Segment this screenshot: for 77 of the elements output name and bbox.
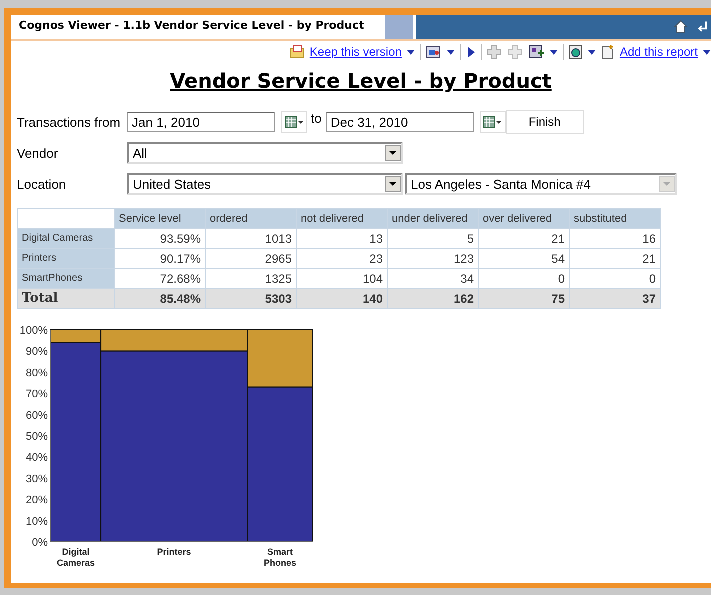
table-cell: 23 — [296, 248, 388, 268]
caret-icon — [496, 120, 502, 124]
caret-icon[interactable] — [446, 50, 455, 54]
axis-label: 80% — [26, 367, 48, 380]
table-cell: 2965 — [206, 248, 296, 268]
calendar-icon — [483, 116, 496, 128]
home-icon[interactable] — [673, 19, 689, 35]
calendar-icon — [284, 116, 296, 128]
table-cell: 54 — [478, 248, 570, 268]
axis-label: 30% — [26, 473, 48, 486]
folder-icon[interactable] — [290, 44, 305, 60]
column-header: under delivered — [388, 208, 478, 228]
axis-label: 0% — [32, 537, 48, 549]
category-label: Digital Cameras — [57, 547, 96, 568]
field-label: Transactions from — [17, 114, 122, 130]
store-dropdown[interactable]: Los Angeles - Santa Monica #4 — [405, 173, 677, 195]
play-icon[interactable] — [466, 44, 476, 60]
table-cell: 13 — [296, 228, 388, 248]
location-dropdown[interactable]: United States — [127, 173, 403, 195]
export-icon[interactable] — [426, 44, 442, 60]
calendar-button[interactable] — [480, 111, 506, 133]
axis-label: 20% — [26, 494, 48, 507]
drill-down-icon — [486, 44, 503, 60]
axis-label: 60% — [26, 410, 48, 422]
keep-version-link[interactable]: Keep this version — [310, 45, 402, 59]
date-field[interactable]: Jan 1, 2010 — [127, 112, 275, 132]
date-field[interactable]: Dec 31, 2010 — [326, 112, 474, 132]
caret-icon[interactable] — [550, 50, 558, 54]
report-title: Vendor Service Level - by Product — [169, 69, 553, 93]
drill-up-icon — [508, 44, 524, 60]
column-header: substituted — [570, 208, 660, 228]
axis-label: 40% — [26, 452, 48, 464]
to-label: to — [311, 110, 322, 126]
column-header: ordered — [206, 208, 296, 228]
calendar-button[interactable] — [281, 111, 307, 133]
table-cell: 90.17% — [114, 248, 206, 268]
return-arrow-icon[interactable] — [695, 19, 709, 35]
vendor-dropdown[interactable]: All — [127, 142, 403, 164]
column-header: over delivered — [478, 208, 570, 228]
caret-icon[interactable] — [703, 50, 711, 54]
column-header: Service level — [114, 208, 206, 228]
axis-label: 70% — [26, 388, 48, 401]
total-cell: 75 — [478, 288, 570, 308]
table-cell: 21 — [570, 248, 660, 268]
total-cell: 85.48% — [114, 288, 206, 308]
total-cell: 140 — [296, 288, 388, 308]
related-links-icon[interactable] — [528, 44, 545, 60]
axis-label: 90% — [26, 346, 48, 358]
table-cell: 1013 — [206, 228, 296, 248]
field-label: Vendor — [17, 146, 60, 160]
field-label: Location — [17, 176, 68, 192]
table-cell: 21 — [478, 228, 570, 248]
table-cell: 123 — [388, 248, 478, 268]
category-label: Printers — [157, 547, 192, 557]
row-header: SmartPhones — [18, 268, 114, 288]
add-report-link[interactable]: Add this report — [620, 45, 698, 59]
total-cell: 162 — [388, 288, 478, 308]
table-cell: 93.59% — [114, 228, 206, 248]
category-label: Smart Phones — [264, 547, 297, 568]
table-cell: 16 — [570, 228, 660, 248]
caret-icon[interactable] — [406, 50, 415, 54]
window-title: Cognos Viewer - 1.1b Vendor Service Level - by Product — [18, 18, 366, 34]
column-header: not delivered — [296, 208, 388, 228]
axis-label: 50% — [26, 431, 48, 443]
total-cell: 37 — [570, 288, 660, 308]
globe-icon[interactable] — [568, 44, 583, 60]
document-add-icon[interactable] — [600, 44, 615, 60]
row-header: Digital Cameras — [18, 228, 114, 248]
total-cell: 5303 — [206, 288, 296, 308]
caret-icon[interactable] — [588, 50, 596, 54]
row-header: Printers — [18, 248, 114, 268]
axis-label: 100% — [20, 325, 48, 337]
table-cell: 5 — [388, 228, 478, 248]
finish-button[interactable]: Finish — [506, 110, 584, 134]
total-label: Total — [18, 288, 114, 308]
caret-icon — [298, 120, 304, 124]
axis-label: 10% — [26, 516, 48, 528]
